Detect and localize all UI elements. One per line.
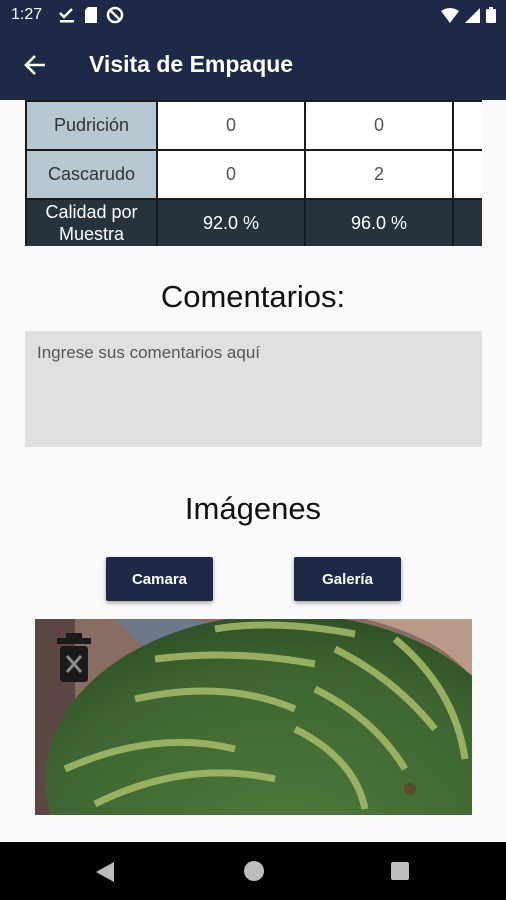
app-bar: Visita de Empaque xyxy=(0,30,506,100)
download-done-icon xyxy=(59,8,74,23)
table-row: Cascarudo 0 2 xyxy=(25,149,482,200)
signal-icon xyxy=(465,7,480,23)
table-cell[interactable] xyxy=(452,100,482,151)
total-cell: 92.0 % xyxy=(156,198,306,246)
table-cell[interactable]: 0 xyxy=(156,100,306,151)
table-cell[interactable]: 2 xyxy=(304,149,454,200)
table-cell[interactable]: 0 xyxy=(156,149,306,200)
total-row: Calidad por Muestra 92.0 % 96.0 % xyxy=(25,198,482,246)
system-nav-bar xyxy=(0,842,506,900)
table-cell[interactable] xyxy=(452,149,482,200)
status-time: 1:27 xyxy=(11,6,43,23)
table-cell[interactable]: 0 xyxy=(304,100,454,151)
total-label-line2: Muestra xyxy=(58,224,125,244)
battery-icon xyxy=(486,7,496,23)
page-title: Visita de Empaque xyxy=(89,51,294,77)
gallery-button[interactable]: Galería xyxy=(294,557,401,601)
total-cell xyxy=(452,198,482,246)
row-label: Cascarudo xyxy=(25,149,158,200)
watermelon-image xyxy=(35,619,472,815)
nav-home-icon[interactable] xyxy=(244,861,264,881)
total-label-line1: Calidad por xyxy=(45,202,138,222)
images-title: Imágenes xyxy=(184,491,322,526)
comments-title: Comentarios: xyxy=(160,279,346,314)
delete-image-icon xyxy=(57,633,91,682)
nav-recent-apps-icon[interactable] xyxy=(391,862,409,880)
wifi-icon xyxy=(441,7,459,23)
camera-button[interactable]: Camara xyxy=(106,557,213,601)
comments-input[interactable] xyxy=(25,331,482,447)
status-bar: 1:27 xyxy=(0,0,506,30)
quality-table: Pudrición 0 0 Cascarudo 0 2 Calidad por … xyxy=(25,100,482,246)
status-icons-right xyxy=(441,7,496,23)
arrow-back-icon xyxy=(24,55,45,75)
row-label: Pudrición xyxy=(25,100,158,151)
nav-back-icon[interactable] xyxy=(96,862,114,882)
total-cell: 96.0 % xyxy=(304,198,454,246)
delete-image-button[interactable] xyxy=(57,633,91,685)
do-not-disturb-icon xyxy=(106,6,124,24)
back-button[interactable] xyxy=(18,48,52,82)
total-row-label: Calidad por Muestra xyxy=(25,198,158,246)
watermelon-photo[interactable] xyxy=(35,619,472,815)
sd-card-icon xyxy=(85,7,97,23)
status-icons-left xyxy=(58,6,124,24)
table-row: Pudrición 0 0 xyxy=(25,100,482,151)
